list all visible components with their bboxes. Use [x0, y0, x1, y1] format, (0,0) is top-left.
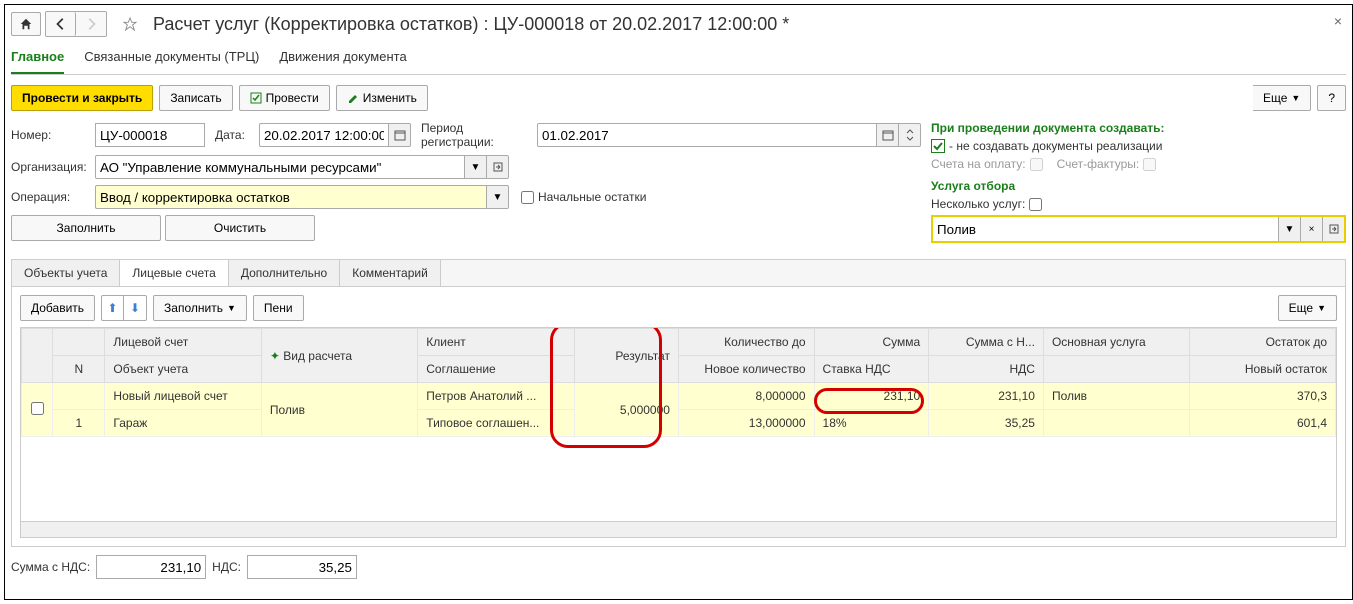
main-toolbar: Провести и закрыть Записать Провести Изм… [11, 85, 1346, 111]
col-client[interactable]: Клиент [418, 329, 574, 356]
post-button[interactable]: Провести [239, 85, 330, 111]
help-button[interactable]: ? [1317, 85, 1346, 111]
init-balance-label: Начальные остатки [538, 190, 646, 204]
invoices-checkbox [1030, 158, 1043, 171]
init-balance-checkbox[interactable] [521, 191, 534, 204]
favorite-button[interactable] [115, 12, 145, 36]
col-sum[interactable]: Сумма [814, 329, 929, 356]
close-icon[interactable]: × [1334, 13, 1342, 29]
no-realize-label: - не создавать документы реализации [949, 139, 1162, 153]
vat-value[interactable] [247, 555, 357, 579]
date-picker-button[interactable] [389, 123, 411, 147]
invoices-f-checkbox [1143, 158, 1156, 171]
date-input[interactable] [259, 123, 389, 147]
date-label: Дата: [215, 128, 255, 142]
col-agree[interactable]: Соглашение [418, 356, 574, 383]
table-row[interactable]: 1 Гараж Типовое соглашен... 13,000000 18… [22, 410, 1336, 437]
col-account[interactable]: Лицевой счет [105, 329, 261, 356]
col-object[interactable]: Объект учета [105, 356, 261, 383]
period-calendar-button[interactable] [877, 123, 899, 147]
row-up-button[interactable]: ⬆ [102, 296, 124, 320]
penalty-button[interactable]: Пени [253, 295, 304, 321]
org-input[interactable] [95, 155, 465, 179]
col-qty-before[interactable]: Количество до [678, 329, 814, 356]
main-tabs: Главное Связанные документы (ТРЦ) Движен… [11, 45, 1346, 75]
oper-dropdown-button[interactable]: ▼ [487, 185, 509, 209]
tab-objects[interactable]: Объекты учета [12, 260, 120, 286]
tab-additional[interactable]: Дополнительно [229, 260, 340, 286]
col-check[interactable] [22, 329, 53, 383]
post-close-button[interactable]: Провести и закрыть [11, 85, 153, 111]
number-input[interactable] [95, 123, 205, 147]
col-sum-vat[interactable]: Сумма с Н... [929, 329, 1044, 356]
oper-input[interactable] [95, 185, 487, 209]
top-bar: Расчет услуг (Корректировка остатков) : … [11, 11, 1346, 37]
col-new-qty[interactable]: Новое количество [678, 356, 814, 383]
col-n[interactable] [53, 329, 105, 356]
row-checkbox[interactable] [31, 402, 44, 415]
multi-service-label: Несколько услуг: [931, 197, 1025, 211]
invoices-label: Счета на оплату: [931, 157, 1026, 171]
inner-tabs: Объекты учета Лицевые счета Дополнительн… [11, 259, 1346, 287]
period-label: Период регистрации: [421, 121, 533, 149]
tab-accounts[interactable]: Лицевые счета [120, 260, 228, 286]
filter-dropdown-button[interactable]: ▼ [1278, 217, 1300, 241]
forward-button[interactable] [76, 12, 106, 36]
service-filter-title: Услуга отбора [931, 179, 1346, 193]
footer: Сумма с НДС: НДС: [11, 555, 1346, 579]
col-calctype[interactable]: ✦ Вид расчета [261, 329, 417, 383]
col-empty[interactable] [1043, 356, 1189, 383]
tab-main[interactable]: Главное [11, 45, 64, 74]
page-title: Расчет услуг (Корректировка остатков) : … [153, 14, 789, 35]
fill-button[interactable]: Заполнить [11, 215, 161, 241]
col-vat[interactable]: НДС [929, 356, 1044, 383]
tab-movements[interactable]: Движения документа [279, 45, 406, 74]
number-label: Номер: [11, 128, 91, 142]
home-button[interactable] [11, 12, 41, 36]
back-button[interactable] [46, 12, 76, 36]
save-button[interactable]: Записать [159, 85, 232, 111]
clear-button[interactable]: Очистить [165, 215, 315, 241]
col-balance-before[interactable]: Остаток до [1189, 329, 1335, 356]
add-row-button[interactable]: Добавить [20, 295, 95, 321]
filter-open-button[interactable] [1322, 217, 1344, 241]
col-main-service[interactable]: Основная услуга [1043, 329, 1189, 356]
org-label: Организация: [11, 160, 91, 174]
col-result[interactable]: Результат [574, 329, 678, 383]
table-row[interactable]: Новый лицевой счет Полив Петров Анатолий… [22, 383, 1336, 410]
row-down-button[interactable]: ⬇ [124, 296, 146, 320]
period-stepper-button[interactable] [899, 123, 921, 147]
col-n2[interactable]: N [53, 356, 105, 383]
invoices-f-label: Счет-фактуры: [1057, 157, 1140, 171]
vat-label: НДС: [212, 560, 241, 574]
filter-clear-button[interactable]: × [1300, 217, 1322, 241]
grid-fill-button[interactable]: Заполнить ▼ [153, 295, 247, 321]
service-filter-input[interactable] [933, 217, 1278, 241]
multi-service-checkbox[interactable] [1029, 198, 1042, 211]
tab-related[interactable]: Связанные документы (ТРЦ) [84, 45, 259, 74]
horizontal-scrollbar[interactable] [21, 521, 1336, 537]
tree-icon: ✦ [270, 349, 280, 363]
sum-vat-value[interactable] [96, 555, 206, 579]
org-open-button[interactable] [487, 155, 509, 179]
create-docs-title: При проведении документа создавать: [931, 121, 1346, 135]
sum-vat-label: Сумма с НДС: [11, 560, 90, 574]
org-dropdown-button[interactable]: ▼ [465, 155, 487, 179]
col-vat-rate[interactable]: Ставка НДС [814, 356, 929, 383]
more-button[interactable]: Еще ▼ [1253, 85, 1311, 111]
check-icon [931, 139, 945, 153]
tab-comment[interactable]: Комментарий [340, 260, 441, 286]
accounts-grid[interactable]: Лицевой счет ✦ Вид расчета Клиент Резуль… [21, 328, 1336, 437]
edit-button[interactable]: Изменить [336, 85, 428, 111]
grid-more-button[interactable]: Еще ▼ [1278, 295, 1337, 321]
col-new-balance[interactable]: Новый остаток [1189, 356, 1335, 383]
period-input[interactable] [537, 123, 877, 147]
oper-label: Операция: [11, 190, 91, 204]
